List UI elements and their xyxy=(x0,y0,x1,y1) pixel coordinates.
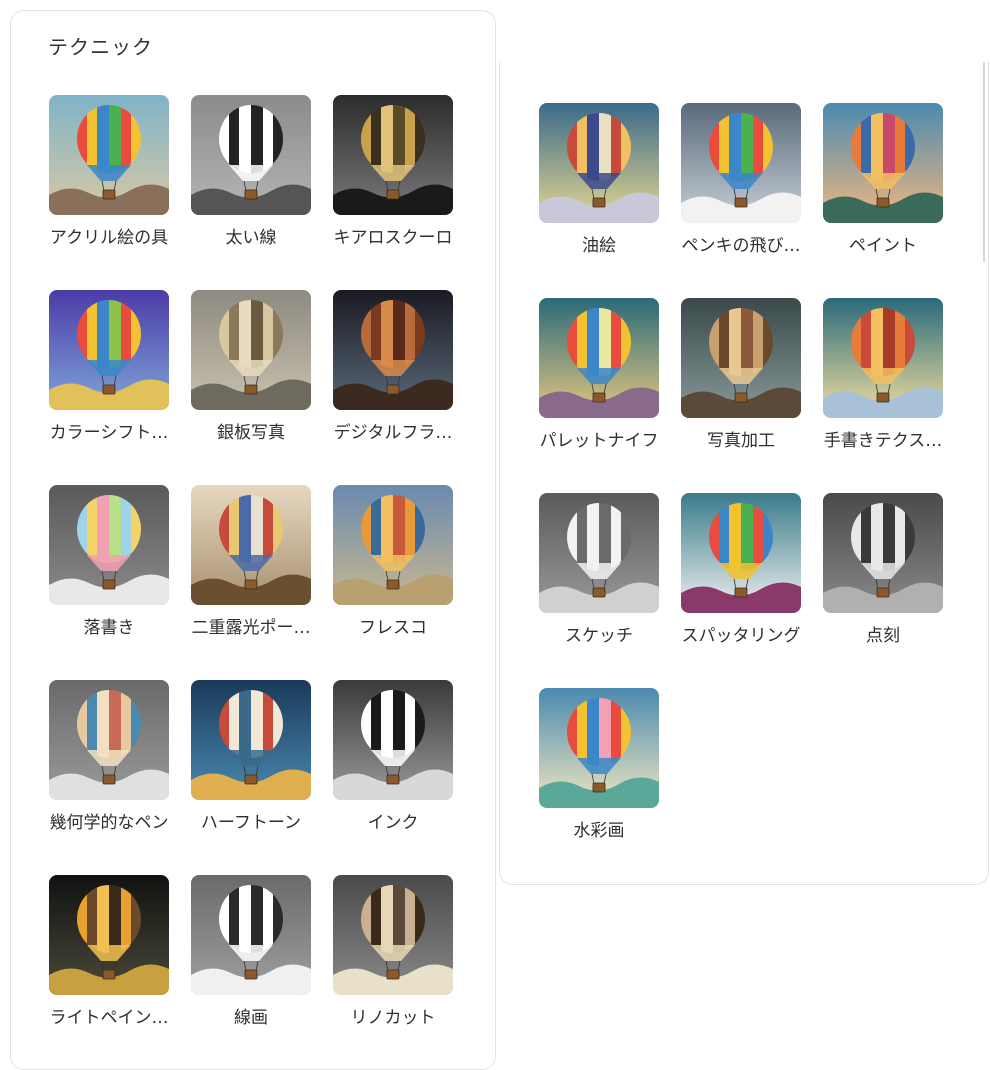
technique-thumbnail[interactable] xyxy=(191,680,311,800)
technique-thumbnail[interactable] xyxy=(191,485,311,605)
technique-thumbnail[interactable] xyxy=(191,95,311,215)
technique-option[interactable]: 落書き xyxy=(49,485,169,680)
technique-label: ハーフトーン xyxy=(200,813,302,833)
technique-option[interactable]: 銀板写真 xyxy=(191,290,311,485)
technique-label: ペイント xyxy=(849,236,917,256)
technique-panel-continued: 油絵 ペンキの飛び… ペイント パレットナイフ 写真加工 手書きテクス… スケッ… xyxy=(499,62,989,885)
technique-option[interactable]: 太い線 xyxy=(191,95,311,290)
technique-thumbnail[interactable] xyxy=(333,95,453,215)
technique-label: 二重露光ポー… xyxy=(191,618,311,638)
technique-option[interactable]: リノカット xyxy=(333,875,453,1070)
technique-thumbnail[interactable] xyxy=(49,290,169,410)
technique-option[interactable]: 線画 xyxy=(191,875,311,1070)
technique-grid: アクリル絵の具 太い線 キアロスクーロ カラーシフト… 銀板写真 デジタルフラ…… xyxy=(49,95,453,1070)
technique-thumbnail[interactable] xyxy=(49,875,169,995)
technique-option[interactable]: スパッタリング xyxy=(681,493,801,688)
technique-thumbnail[interactable] xyxy=(49,485,169,605)
technique-label: パレットナイフ xyxy=(539,431,659,451)
technique-thumbnail[interactable] xyxy=(191,290,311,410)
technique-thumbnail[interactable] xyxy=(333,875,453,995)
technique-thumbnail[interactable] xyxy=(333,290,453,410)
technique-label: 太い線 xyxy=(225,228,277,248)
technique-label: インク xyxy=(367,813,419,833)
technique-thumbnail[interactable] xyxy=(333,680,453,800)
technique-option[interactable]: デジタルフラ… xyxy=(333,290,453,485)
technique-label: ペンキの飛び… xyxy=(681,236,801,256)
technique-option[interactable]: インク xyxy=(333,680,453,875)
technique-label: 写真加工 xyxy=(707,431,775,451)
technique-label: 落書き xyxy=(83,618,135,638)
technique-thumbnail[interactable] xyxy=(823,298,943,418)
technique-option[interactable]: ペンキの飛び… xyxy=(681,103,801,298)
technique-label: フレスコ xyxy=(359,618,427,638)
technique-label: 水彩画 xyxy=(573,821,625,841)
technique-label: カラーシフト… xyxy=(49,423,169,443)
technique-label: 手書きテクス… xyxy=(823,431,943,451)
technique-option[interactable]: 手書きテクス… xyxy=(823,298,943,493)
technique-label: 銀板写真 xyxy=(217,423,285,443)
technique-label: デジタルフラ… xyxy=(333,423,453,443)
technique-option[interactable]: パレットナイフ xyxy=(539,298,659,493)
technique-option[interactable]: ライトペイン… xyxy=(49,875,169,1070)
technique-thumbnail[interactable] xyxy=(823,103,943,223)
technique-thumbnail[interactable] xyxy=(539,103,659,223)
technique-thumbnail[interactable] xyxy=(49,95,169,215)
technique-thumbnail[interactable] xyxy=(191,875,311,995)
technique-label: 点刻 xyxy=(866,626,900,646)
technique-label: キアロスクーロ xyxy=(333,228,453,248)
technique-option[interactable]: 水彩画 xyxy=(539,688,659,883)
technique-option[interactable]: アクリル絵の具 xyxy=(49,95,169,290)
technique-option[interactable]: ハーフトーン xyxy=(191,680,311,875)
technique-thumbnail[interactable] xyxy=(681,298,801,418)
technique-thumbnail[interactable] xyxy=(539,688,659,808)
technique-option[interactable]: フレスコ xyxy=(333,485,453,680)
technique-thumbnail[interactable] xyxy=(49,680,169,800)
technique-thumbnail[interactable] xyxy=(333,485,453,605)
technique-label: 幾何学的なペン xyxy=(49,813,169,833)
technique-label: アクリル絵の具 xyxy=(49,228,169,248)
technique-thumbnail[interactable] xyxy=(681,493,801,613)
technique-thumbnail[interactable] xyxy=(539,493,659,613)
technique-label: スパッタリング xyxy=(681,626,801,646)
technique-thumbnail[interactable] xyxy=(823,493,943,613)
technique-option[interactable]: キアロスクーロ xyxy=(333,95,453,290)
technique-option[interactable]: ペイント xyxy=(823,103,943,298)
technique-thumbnail[interactable] xyxy=(681,103,801,223)
technique-panel: テクニック アクリル絵の具 太い線 キアロスクーロ カラーシフト… 銀板写真 デ… xyxy=(10,10,496,1070)
technique-option[interactable]: スケッチ xyxy=(539,493,659,688)
technique-option[interactable]: カラーシフト… xyxy=(49,290,169,485)
technique-label: 油絵 xyxy=(582,236,616,256)
technique-thumbnail[interactable] xyxy=(539,298,659,418)
technique-label: リノカット xyxy=(350,1008,436,1028)
technique-grid-continued: 油絵 ペンキの飛び… ペイント パレットナイフ 写真加工 手書きテクス… スケッ… xyxy=(539,103,943,883)
technique-option[interactable]: 点刻 xyxy=(823,493,943,688)
technique-option[interactable]: 写真加工 xyxy=(681,298,801,493)
technique-label: 線画 xyxy=(234,1008,268,1028)
technique-option[interactable]: 幾何学的なペン xyxy=(49,680,169,875)
technique-option[interactable]: 二重露光ポー… xyxy=(191,485,311,680)
section-title: テクニック xyxy=(48,35,153,59)
technique-label: スケッチ xyxy=(565,626,633,646)
technique-option[interactable]: 油絵 xyxy=(539,103,659,298)
technique-label: ライトペイン… xyxy=(49,1008,169,1028)
